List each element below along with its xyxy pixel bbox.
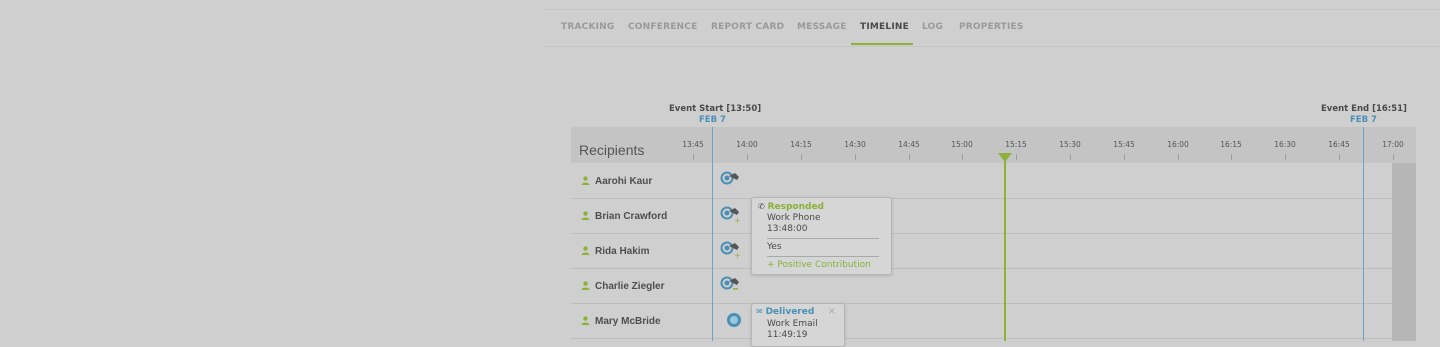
tick-mark — [801, 154, 802, 160]
divider — [767, 256, 879, 257]
tick-label: 14:15 — [790, 140, 812, 149]
tick-mark — [1124, 154, 1125, 160]
tab-report-card[interactable]: REPORT CARD — [711, 22, 784, 32]
tick-mark — [1070, 154, 1071, 160]
recipient-name[interactable]: Mary McBride — [581, 316, 661, 327]
recipient-row[interactable]: Aarohi Kaur — [571, 163, 1392, 199]
email-delivered-icon[interactable] — [724, 311, 746, 329]
recipient-name-label: Rida Hakim — [595, 246, 650, 257]
delivery-status: Delivered — [765, 307, 815, 317]
timeline-header: Recipients 13:45 14:00 14:15 14:30 14:45 15:0… — [571, 127, 1416, 163]
person-icon — [581, 316, 590, 325]
response-channel: Work Phone — [767, 213, 821, 223]
tick-label: 15:00 — [951, 140, 973, 149]
phone-responded-negative-icon[interactable] — [720, 276, 742, 294]
tab-timeline[interactable]: TIMELINE — [860, 22, 909, 32]
recipient-name[interactable]: Brian Crawford — [581, 211, 667, 222]
recipient-row[interactable]: Brian Crawford + — [571, 198, 1392, 234]
phone-icon: ✆ — [758, 202, 765, 211]
recipient-name-label: Brian Crawford — [595, 211, 668, 222]
event-start-label: Event Start [13:50] — [669, 104, 762, 114]
tick-mark — [1231, 154, 1232, 160]
tick-label: 14:45 — [898, 140, 920, 149]
response-status: Responded — [767, 202, 824, 212]
tick-label: 15:15 — [1005, 140, 1027, 149]
vertical-scrollbar[interactable] — [1392, 163, 1416, 341]
envelope-icon: ✉ — [756, 307, 763, 316]
tick-mark — [1178, 154, 1179, 160]
svg-text:+: + — [734, 251, 741, 259]
svg-text:+: + — [734, 216, 741, 224]
current-time-marker[interactable] — [998, 153, 1012, 162]
person-icon — [581, 211, 590, 220]
recipient-name-label: Mary McBride — [595, 316, 661, 327]
timeline-grid: Recipients 13:45 14:00 14:15 14:30 14:45 15:0… — [571, 127, 1416, 341]
tick-mark — [747, 154, 748, 160]
tick-mark — [693, 154, 694, 160]
event-end-line — [1363, 127, 1364, 341]
tick-mark — [855, 154, 856, 160]
tick-label: 16:15 — [1220, 140, 1242, 149]
phone-responded-icon[interactable] — [720, 171, 742, 189]
recipient-name-label: Charlie Ziegler — [595, 281, 665, 292]
tick-label: 17:00 — [1382, 140, 1404, 149]
event-start-date: FEB 7 — [699, 115, 726, 125]
response-time: 13:48:00 — [767, 224, 808, 234]
delivery-channel: Work Email — [767, 319, 818, 329]
event-end-date: FEB 7 — [1350, 115, 1377, 125]
tick-mark — [909, 154, 910, 160]
positive-contribution: + Positive Contribution — [767, 260, 871, 270]
tick-label: 13:45 — [682, 140, 704, 149]
delivery-popup: ✉ Delivered × Work Email 11:49:19 — [751, 303, 845, 347]
close-icon[interactable]: × — [828, 306, 836, 317]
response-answer: Yes — [767, 242, 782, 252]
tab-log[interactable]: LOG — [922, 22, 943, 32]
tick-label: 14:30 — [844, 140, 866, 149]
person-icon — [581, 281, 590, 290]
tick-mark — [1339, 154, 1340, 160]
recipient-row[interactable]: Charlie Ziegler — [571, 268, 1392, 304]
tab-properties[interactable]: PROPERTIES — [959, 22, 1024, 32]
tick-label: 16:45 — [1328, 140, 1350, 149]
recipient-name-label: Aarohi Kaur — [595, 176, 653, 187]
tick-label: 15:30 — [1059, 140, 1081, 149]
person-icon — [581, 176, 590, 185]
recipient-name[interactable]: Rida Hakim — [581, 246, 649, 257]
tick-mark — [962, 154, 963, 160]
delivery-time: 11:49:19 — [767, 330, 808, 340]
divider — [767, 238, 879, 239]
tick-label: 16:00 — [1167, 140, 1189, 149]
tab-conference[interactable]: CONFERENCE — [628, 22, 697, 32]
recipient-row[interactable]: Mary McBride — [571, 303, 1392, 339]
recipient-name[interactable]: Aarohi Kaur — [581, 176, 652, 187]
person-icon — [581, 246, 590, 255]
tab-tracking[interactable]: TRACKING — [561, 22, 614, 32]
tick-mark — [1393, 154, 1394, 160]
recipient-name[interactable]: Charlie Ziegler — [581, 281, 664, 292]
tab-message[interactable]: MESSAGE — [797, 22, 847, 32]
tick-label: 16:30 — [1274, 140, 1296, 149]
tick-mark — [1285, 154, 1286, 160]
event-end-label: Event End [16:51] — [1321, 104, 1407, 114]
current-time-line — [1004, 157, 1006, 341]
tick-mark — [1016, 154, 1017, 160]
phone-responded-positive-icon[interactable]: + — [720, 241, 742, 260]
event-start-line — [712, 127, 713, 341]
tick-label: 14:00 — [736, 140, 758, 149]
response-popup: ✆ Responded Work Phone 13:48:00 Yes + Po… — [751, 197, 892, 275]
tick-label: 15:45 — [1113, 140, 1135, 149]
phone-responded-positive-icon[interactable]: + — [720, 206, 742, 225]
active-tab-indicator — [851, 43, 913, 45]
recipient-row[interactable]: Rida Hakim + — [571, 233, 1392, 269]
recipients-title: Recipients — [579, 142, 645, 158]
